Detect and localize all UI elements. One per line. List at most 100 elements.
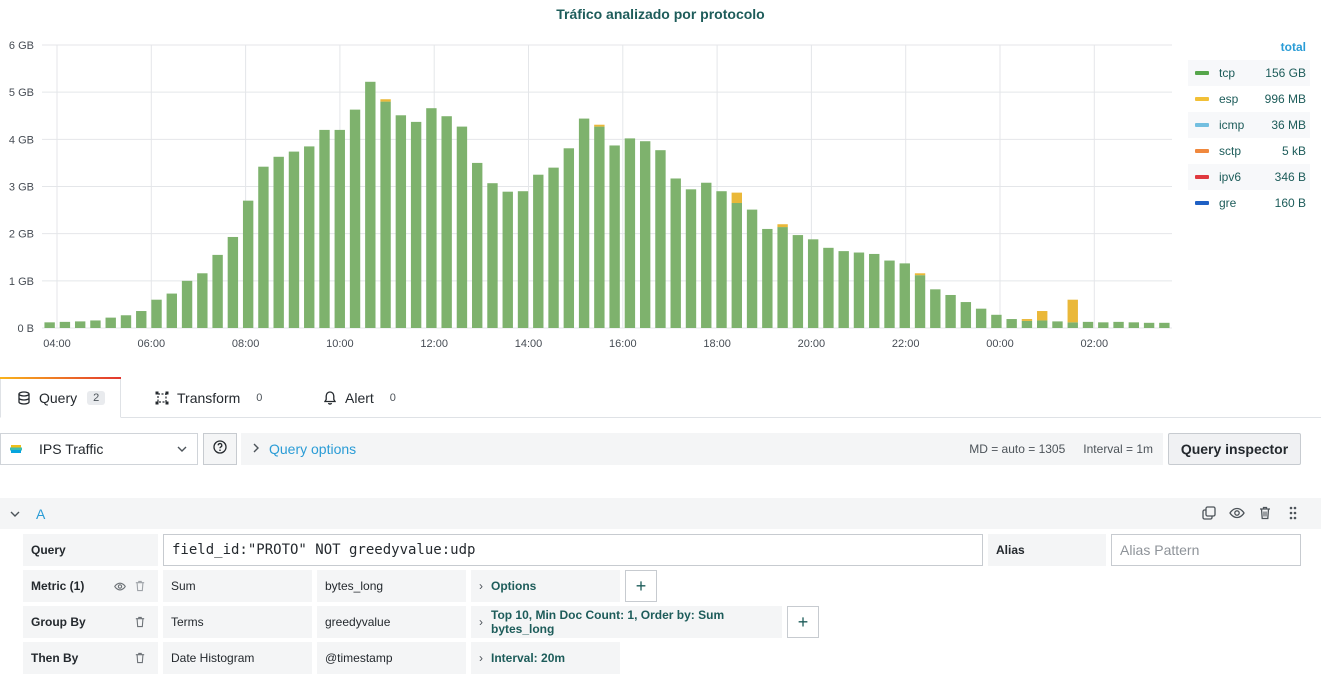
query-options[interactable]: Query options MD = auto = 1305 Interval …: [241, 433, 1163, 465]
legend-item-tcp[interactable]: tcp 156 GB: [1188, 60, 1310, 86]
bar-tcp: [1052, 321, 1063, 328]
legend-series-name[interactable]: sctp: [1219, 144, 1282, 158]
bar-tcp: [136, 311, 147, 328]
legend-swatch[interactable]: [1195, 175, 1209, 179]
metric-options-toggle[interactable]: › Options: [471, 570, 620, 602]
legend-item-gre[interactable]: gre 160 B: [1188, 190, 1310, 216]
legend-swatch[interactable]: [1195, 71, 1209, 75]
legend-total-header[interactable]: total: [1188, 40, 1310, 60]
group-by-field-select[interactable]: greedyvalue: [317, 606, 466, 638]
query-ref-id[interactable]: A: [36, 506, 45, 522]
bar-tcp: [227, 236, 239, 328]
legend-item-sctp[interactable]: sctp 5 kB: [1188, 138, 1310, 164]
group-by-type-select[interactable]: Terms: [163, 606, 312, 638]
bar-tcp: [853, 252, 865, 328]
query-row-actions: [1201, 505, 1301, 521]
trash-icon[interactable]: [1257, 505, 1273, 521]
bar-tcp: [74, 321, 86, 328]
bar-esp: [380, 99, 391, 102]
legend-series-name[interactable]: gre: [1219, 196, 1275, 210]
group-by-options-toggle[interactable]: › Top 10, Min Doc Count: 1, Order by: Su…: [471, 606, 782, 638]
metric-field-select[interactable]: bytes_long: [317, 570, 466, 602]
bar-tcp: [1113, 321, 1124, 328]
bar-esp: [731, 192, 742, 204]
legend-item-icmp[interactable]: icmp 36 MB: [1188, 112, 1310, 138]
add-group-by-button[interactable]: +: [787, 606, 819, 638]
legend-swatch[interactable]: [1195, 97, 1209, 101]
bar-esp: [914, 273, 926, 276]
bar-tcp: [731, 203, 742, 328]
bar-tcp: [334, 129, 345, 328]
legend-series-name[interactable]: tcp: [1219, 66, 1265, 80]
elasticsearch-icon: [9, 442, 23, 456]
x-tick-label: 04:00: [43, 338, 71, 350]
query-input[interactable]: field_id:"PROTO" NOT greedyvalue:udp: [163, 534, 983, 566]
alias-input[interactable]: Alias Pattern: [1111, 534, 1301, 566]
x-tick-label: 16:00: [609, 338, 637, 350]
legend-swatch[interactable]: [1195, 123, 1209, 127]
query-row-header[interactable]: A: [0, 498, 1321, 529]
eye-icon[interactable]: [1229, 505, 1245, 521]
metric-type-select[interactable]: Sum: [163, 570, 312, 602]
drag-handle-icon[interactable]: [1285, 505, 1301, 521]
bar-tcp: [349, 109, 361, 328]
bar-tcp: [395, 115, 407, 328]
tab-alert[interactable]: Alert 0: [323, 377, 402, 418]
bar-tcp: [288, 151, 300, 328]
add-metric-button[interactable]: +: [625, 570, 657, 602]
trash-icon[interactable]: [133, 615, 147, 629]
trash-icon[interactable]: [133, 579, 147, 593]
legend-series-name[interactable]: ipv6: [1219, 170, 1275, 184]
bar-tcp: [1082, 321, 1094, 328]
chart-legend: total tcp 156 GB esp 996 MB icmp 36 MB sctp 5 k…: [1188, 40, 1310, 216]
bar-tcp: [533, 174, 544, 328]
legend-series-name[interactable]: esp: [1219, 92, 1265, 106]
bar-tcp: [807, 239, 819, 328]
bar-tcp: [639, 141, 651, 328]
x-tick-label: 06:00: [138, 338, 166, 350]
alias-label: Alias: [988, 534, 1106, 566]
bar-tcp: [90, 320, 101, 328]
bar-tcp: [1037, 320, 1048, 328]
bar-tcp: [991, 314, 1002, 328]
bar-tcp: [410, 121, 422, 328]
max-datapoints-info: MD = auto = 1305: [969, 442, 1066, 456]
legend-series-name[interactable]: icmp: [1219, 118, 1271, 132]
then-by-type-select[interactable]: Date Histogram: [163, 642, 312, 674]
bar-tcp: [685, 189, 697, 328]
tab-transform-label: Transform: [177, 389, 241, 406]
datasource-picker[interactable]: IPS Traffic: [0, 433, 198, 465]
database-icon: [17, 391, 31, 405]
x-tick-label: 08:00: [232, 338, 260, 350]
legend-item-ipv6[interactable]: ipv6 346 B: [1188, 164, 1310, 190]
tab-transform[interactable]: Transform 0: [155, 377, 268, 418]
bar-tcp: [823, 247, 834, 328]
tab-transform-count: 0: [256, 391, 263, 404]
eye-icon[interactable]: [113, 579, 127, 593]
then-by-options-toggle[interactable]: › Interval: 20m: [471, 642, 620, 674]
editor-tabs: Query 2 Transform 0 Alert 0: [0, 377, 1321, 418]
interval-info: Interval = 1m: [1083, 442, 1153, 456]
collapse-chevron-icon[interactable]: [10, 508, 24, 520]
plus-icon: +: [635, 575, 647, 596]
copy-icon[interactable]: [1201, 505, 1217, 521]
chart-plot: 0 B 1 GB 2 GB 3 GB 4 GB 5 GB 6 GB 04:00 06:00 08:…: [9, 40, 1172, 350]
plus-icon: +: [797, 611, 809, 632]
legend-series-total: 996 MB: [1264, 92, 1306, 106]
help-button[interactable]: [203, 433, 237, 465]
bar-tcp: [44, 322, 55, 328]
legend-series-total: 5 kB: [1281, 144, 1306, 158]
metric-options-label: Options: [491, 579, 537, 593]
bar-tcp: [380, 101, 391, 328]
then-by-field-select[interactable]: @timestamp: [317, 642, 466, 674]
bar-tcp: [1128, 322, 1140, 328]
query-inspector-button[interactable]: Query inspector: [1168, 433, 1301, 465]
bar-tcp: [701, 182, 712, 328]
legend-swatch[interactable]: [1195, 149, 1209, 153]
tab-query[interactable]: Query 2: [0, 377, 121, 418]
bar-tcp: [120, 315, 132, 328]
legend-item-esp[interactable]: esp 996 MB: [1188, 86, 1310, 112]
legend-swatch[interactable]: [1195, 201, 1209, 205]
trash-icon[interactable]: [133, 651, 147, 665]
chevron-right-icon: ›: [479, 579, 483, 593]
